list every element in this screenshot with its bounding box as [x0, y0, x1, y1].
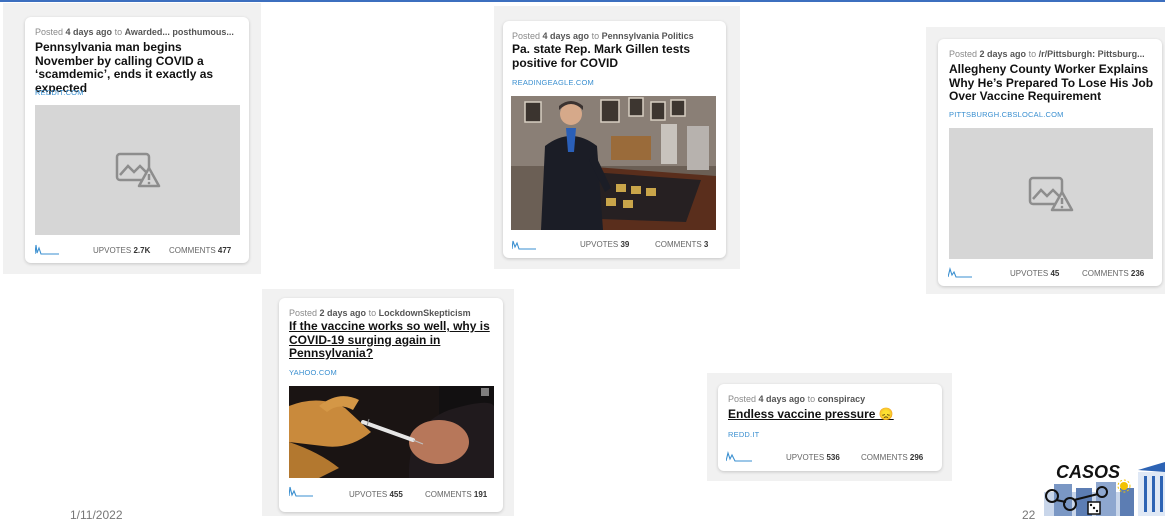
upvotes-count: UPVOTES 2.7K [93, 246, 151, 255]
post-domain[interactable]: REDDIT.COM [35, 88, 84, 97]
post-thumbnail[interactable] [511, 96, 716, 230]
post-domain[interactable]: YAHOO.COM [289, 368, 337, 377]
broken-image-icon [115, 152, 160, 188]
post-meta: Posted 2 days ago to LockdownSkepticism [289, 308, 471, 318]
activity-sparkline [726, 451, 752, 462]
activity-sparkline [289, 486, 313, 497]
post-thumbnail[interactable] [289, 386, 494, 478]
activity-sparkline [35, 244, 59, 255]
post-domain[interactable]: READINGEAGLE.COM [512, 78, 594, 87]
comments-count[interactable]: COMMENTS 191 [425, 490, 487, 499]
post-card-2[interactable]: Posted 4 days ago to Pennsylvania Politi… [503, 21, 726, 258]
post-domain[interactable]: PITTSBURGH.CBSLOCAL.COM [949, 110, 1064, 119]
post-card-4[interactable]: Posted 2 days ago to LockdownSkepticism … [279, 298, 503, 512]
post-meta: Posted 4 days ago to Pennsylvania Politi… [512, 31, 694, 41]
broken-image-icon [1028, 176, 1074, 211]
post-meta: Posted 4 days ago to Awarded... posthumo… [35, 27, 234, 37]
post-card-5[interactable]: Posted 4 days ago to conspiracy Endless … [718, 384, 942, 471]
post-meta: Posted 2 days ago to /r/Pittsburgh: Pitt… [949, 49, 1145, 59]
post-title[interactable]: Pennsylvania man begins November by call… [35, 40, 241, 95]
activity-sparkline [512, 240, 536, 250]
activity-sparkline [948, 267, 972, 278]
post-meta: Posted 4 days ago to conspiracy [728, 394, 866, 404]
post-thumbnail[interactable] [35, 105, 240, 235]
post-card-3[interactable]: Posted 2 days ago to /r/Pittsburgh: Pitt… [938, 39, 1162, 286]
upvotes-count: UPVOTES 45 [1010, 269, 1060, 278]
upvotes-count: UPVOTES 536 [786, 453, 840, 462]
post-card-1[interactable]: Posted 4 days ago to Awarded... posthumo… [25, 17, 249, 263]
top-accent-line [0, 0, 1165, 2]
casos-logo: CASOS [1040, 458, 1165, 516]
post-title[interactable]: If the vaccine works so well, why is COV… [289, 319, 495, 361]
comments-count[interactable]: COMMENTS 296 [861, 453, 923, 462]
post-title[interactable]: Pa. state Rep. Mark Gillen tests positiv… [512, 42, 717, 70]
post-title[interactable]: Endless vaccine pressure 😞 [728, 407, 933, 422]
post-thumbnail[interactable] [949, 128, 1153, 259]
upvotes-count: UPVOTES 39 [580, 240, 630, 249]
slide-date: 1/11/2022 [70, 508, 123, 522]
comments-count[interactable]: COMMENTS 3 [655, 240, 708, 249]
comments-count[interactable]: COMMENTS 236 [1082, 269, 1144, 278]
post-title[interactable]: Allegheny County Worker Explains Why He’… [949, 62, 1154, 104]
photo-man-museum [511, 96, 716, 230]
upvotes-count: UPVOTES 455 [349, 490, 403, 499]
comments-count[interactable]: COMMENTS 477 [169, 246, 231, 255]
slide-number: 22 [1022, 508, 1036, 522]
photo-vaccine-injection [289, 386, 494, 478]
post-domain[interactable]: REDD.IT [728, 430, 759, 439]
casos-logo-text: CASOS [1056, 462, 1120, 482]
